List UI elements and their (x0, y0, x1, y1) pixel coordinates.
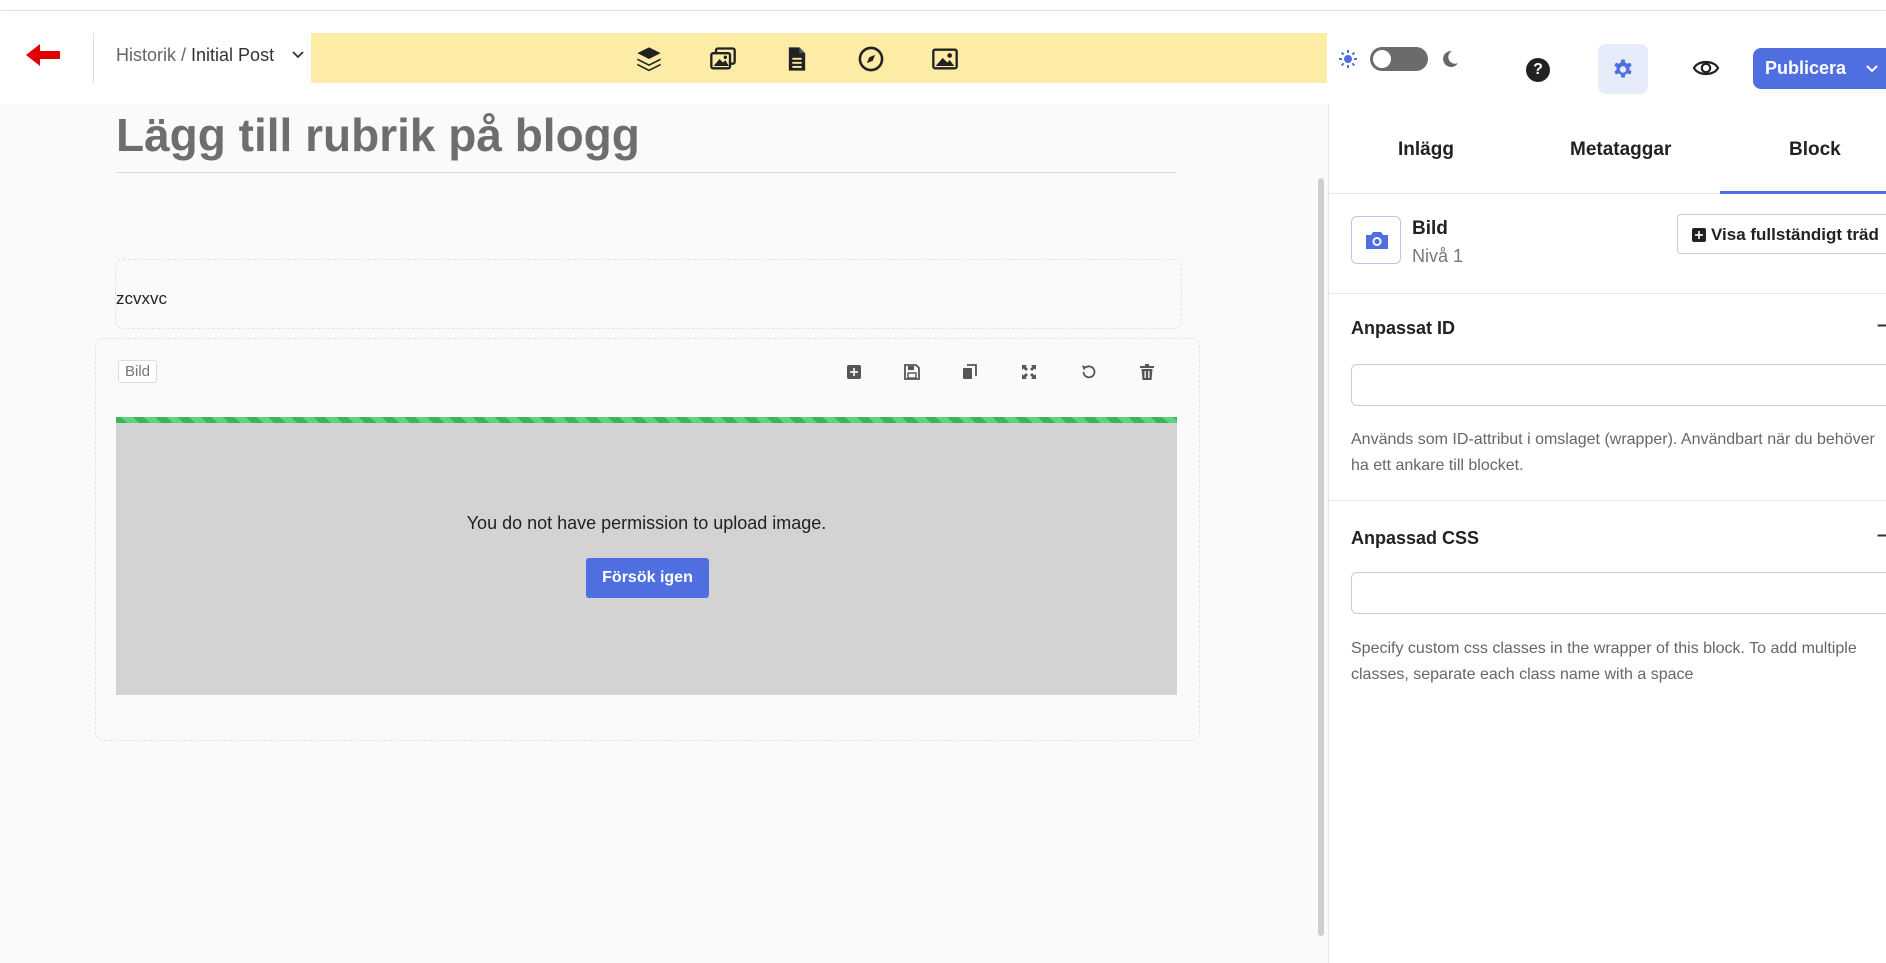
copy-icon[interactable] (961, 363, 979, 381)
custom-css-input[interactable] (1351, 572, 1886, 614)
show-full-tree-label: Visa fullständigt träd (1711, 225, 1879, 244)
breadcrumb-current: Initial Post (191, 45, 275, 65)
breadcrumb-separator: / (176, 45, 192, 65)
top-strip (0, 0, 1886, 11)
eye-icon (1692, 60, 1720, 76)
tab-meta-tags[interactable]: Metataggar (1570, 139, 1671, 161)
trash-icon[interactable] (1138, 363, 1156, 381)
arrow-left-icon (26, 44, 60, 66)
custom-id-title[interactable]: Anpassat ID (1351, 318, 1455, 339)
retry-button[interactable]: Försök igen (586, 558, 709, 598)
publish-label: Publicera (1765, 58, 1847, 78)
gear-icon (1614, 59, 1632, 78)
add-block-icon[interactable] (845, 363, 863, 381)
image-icon[interactable] (931, 45, 959, 73)
editor-scrollbar[interactable] (1318, 178, 1324, 936)
custom-css-collapse-icon[interactable]: – (1877, 524, 1886, 547)
breadcrumb-parent[interactable]: Historik (116, 45, 176, 65)
editor-header: Historik / Initial Post ? Publicera (0, 11, 1886, 104)
custom-css-title[interactable]: Anpassad CSS (1351, 528, 1479, 549)
section-divider (1329, 500, 1886, 501)
publish-button[interactable]: Publicera (1753, 48, 1886, 89)
insert-toolbar (311, 33, 1327, 83)
block-name: Bild (1412, 218, 1448, 239)
image-block[interactable]: Bild You do not have permission to uploa… (95, 338, 1200, 741)
camera-icon (1366, 232, 1388, 249)
layers-icon[interactable] (635, 45, 663, 73)
text-block-content[interactable]: zcvxvc (116, 289, 167, 309)
header-divider (93, 33, 94, 83)
fullscreen-icon[interactable] (1020, 363, 1038, 381)
compass-icon[interactable] (857, 45, 885, 73)
custom-id-help: Används som ID-attribut i omslaget (wrap… (1351, 431, 1875, 474)
dark-mode-switch[interactable] (1370, 47, 1428, 71)
preview-button[interactable] (1692, 56, 1720, 80)
gallery-icon[interactable] (709, 45, 737, 73)
chevron-down-icon[interactable] (291, 48, 305, 62)
block-type-label: Bild (118, 360, 158, 383)
undo-icon[interactable] (1079, 363, 1097, 381)
tab-post[interactable]: Inlägg (1398, 139, 1454, 161)
help-button[interactable]: ? (1526, 58, 1550, 82)
back-button[interactable] (24, 40, 64, 70)
breadcrumb[interactable]: Historik / Initial Post (116, 45, 305, 66)
document-icon[interactable] (783, 45, 811, 73)
plus-square-icon (1692, 228, 1706, 242)
block-type-badge (1351, 216, 1401, 264)
settings-sidebar: Inlägg Metataggar Block Bild Nivå 1 Visa… (1328, 104, 1886, 963)
settings-button[interactable] (1598, 44, 1648, 94)
upload-progress-bar (116, 417, 1177, 423)
save-icon[interactable] (903, 363, 921, 381)
sidebar-tabs: Inlägg Metataggar Block (1329, 104, 1886, 194)
text-block[interactable]: zcvxvc (115, 259, 1182, 329)
switch-knob (1373, 50, 1391, 68)
custom-css-help: Specify custom css classes in the wrappe… (1351, 640, 1857, 683)
post-title[interactable]: Lägg till rubrik på blogg (116, 108, 1177, 173)
image-upload-area[interactable]: You do not have permission to upload ima… (116, 417, 1177, 695)
chevron-down-icon[interactable] (1865, 62, 1879, 76)
editor-canvas: Lägg till rubrik på blogg zcvxvc Bild Yo… (0, 104, 1328, 963)
moon-icon (1443, 50, 1458, 67)
custom-id-input[interactable] (1351, 364, 1886, 406)
sun-icon (1339, 50, 1357, 68)
show-full-tree-button[interactable]: Visa fullständigt träd (1677, 214, 1886, 254)
block-level: Nivå 1 (1412, 246, 1464, 266)
selected-block-info: Bild Nivå 1 Visa fullständigt träd (1329, 194, 1886, 294)
tab-block[interactable]: Block (1789, 139, 1841, 161)
upload-error-message: You do not have permission to upload ima… (466, 513, 827, 533)
custom-id-collapse-icon[interactable]: – (1877, 314, 1886, 337)
